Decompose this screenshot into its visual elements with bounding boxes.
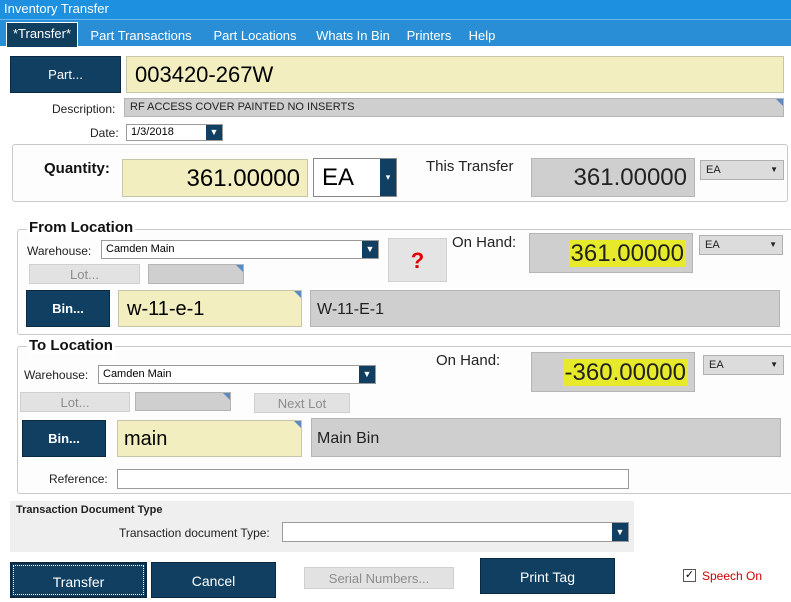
from-lot-field (148, 264, 244, 284)
to-on-hand-value: -360.00000 (562, 359, 688, 386)
transfer-button[interactable]: Transfer (10, 562, 147, 598)
tab-transfer[interactable]: *Transfer* (6, 22, 78, 47)
from-on-hand-label: On Hand: (452, 234, 517, 251)
next-lot-button[interactable]: Next Lot (254, 393, 350, 413)
to-on-hand-field: -360.00000 (531, 352, 695, 392)
to-warehouse-label: Warehouse: (24, 368, 89, 382)
transaction-doc-label: Transaction document Type: (119, 526, 270, 540)
to-on-hand-uom-select[interactable]: EA ▼ (703, 355, 784, 375)
description-label: Description: (52, 102, 116, 116)
print-tag-button[interactable]: Print Tag (480, 558, 615, 594)
from-on-hand-field: 361.00000 (529, 233, 693, 273)
from-bin-description: W-11-E-1 (310, 290, 780, 327)
tab-help[interactable]: Help (462, 24, 502, 47)
to-lot-field (135, 392, 231, 411)
serial-numbers-button[interactable]: Serial Numbers... (304, 567, 454, 589)
quantity-field[interactable]: 361.00000 (122, 159, 308, 197)
reference-label: Reference: (49, 472, 108, 486)
date-label: Date: (90, 126, 119, 140)
from-lot-button[interactable]: Lot... (29, 264, 140, 284)
date-value: 1/3/2018 (131, 126, 174, 138)
description-field: RF ACCESS COVER PAINTED NO INSERTS (124, 98, 784, 117)
chevron-down-icon: ▼ (770, 165, 778, 174)
this-transfer-uom-select[interactable]: EA ▼ (700, 160, 784, 180)
to-bin-button[interactable]: Bin... (22, 420, 106, 457)
speech-on-checkbox[interactable]: ✓ (683, 569, 696, 582)
tab-part-locations[interactable]: Part Locations (204, 24, 306, 47)
to-location-title: To Location (27, 337, 115, 354)
tab-bar: *Transfer* Part Transactions Part Locati… (0, 19, 791, 47)
from-warehouse-label: Warehouse: (27, 244, 92, 258)
tab-whats-in-bin[interactable]: Whats In Bin (310, 24, 396, 47)
from-on-hand-value: 361.00000 (568, 240, 686, 267)
help-question-icon[interactable]: ? (388, 238, 447, 282)
transaction-doc-select[interactable]: ▼ (282, 522, 629, 542)
tab-part-transactions[interactable]: Part Transactions (84, 24, 198, 47)
to-warehouse-value: Camden Main (103, 368, 172, 380)
to-on-hand-uom-value: EA (709, 359, 724, 371)
to-lot-button[interactable]: Lot... (20, 392, 130, 412)
speech-on-label: Speech On (702, 569, 763, 583)
transaction-doc-title: Transaction Document Type (16, 504, 163, 516)
cancel-button[interactable]: Cancel (151, 562, 276, 598)
chevron-down-icon: ▼ (769, 240, 777, 249)
chevron-down-icon[interactable]: ▼ (206, 125, 222, 140)
quantity-uom-select[interactable]: EA ▾ (313, 158, 397, 197)
quantity-label: Quantity: (44, 160, 110, 177)
this-transfer-label: This Transfer (426, 158, 514, 175)
this-transfer-field: 361.00000 (531, 158, 695, 197)
tab-printers[interactable]: Printers (400, 24, 458, 47)
from-bin-field[interactable]: w-11-e-1 (118, 290, 302, 327)
from-location-title: From Location (27, 219, 136, 236)
chevron-down-icon[interactable]: ▾ (380, 159, 396, 196)
from-on-hand-uom-value: EA (705, 239, 720, 251)
part-number-field[interactable]: 003420-267W (126, 56, 784, 93)
part-button[interactable]: Part... (10, 56, 121, 93)
to-bin-description: Main Bin (311, 418, 781, 457)
from-on-hand-uom-select[interactable]: EA ▼ (699, 235, 783, 255)
from-warehouse-select[interactable]: Camden Main ▼ (101, 240, 379, 259)
to-on-hand-label: On Hand: (436, 352, 501, 369)
from-warehouse-value: Camden Main (106, 243, 175, 255)
chevron-down-icon: ▼ (770, 360, 778, 369)
to-warehouse-select[interactable]: Camden Main ▼ (98, 365, 376, 384)
to-bin-field[interactable]: main (117, 420, 302, 457)
date-picker[interactable]: 1/3/2018 ▼ (126, 124, 223, 141)
chevron-down-icon[interactable]: ▼ (362, 241, 378, 258)
chevron-down-icon[interactable]: ▼ (612, 523, 628, 541)
quantity-uom-value: EA (322, 164, 355, 191)
from-bin-button[interactable]: Bin... (26, 290, 110, 327)
this-transfer-uom-value: EA (706, 164, 721, 176)
chevron-down-icon[interactable]: ▼ (359, 366, 375, 383)
reference-input[interactable] (117, 469, 629, 489)
window-title: Inventory Transfer (0, 0, 791, 19)
